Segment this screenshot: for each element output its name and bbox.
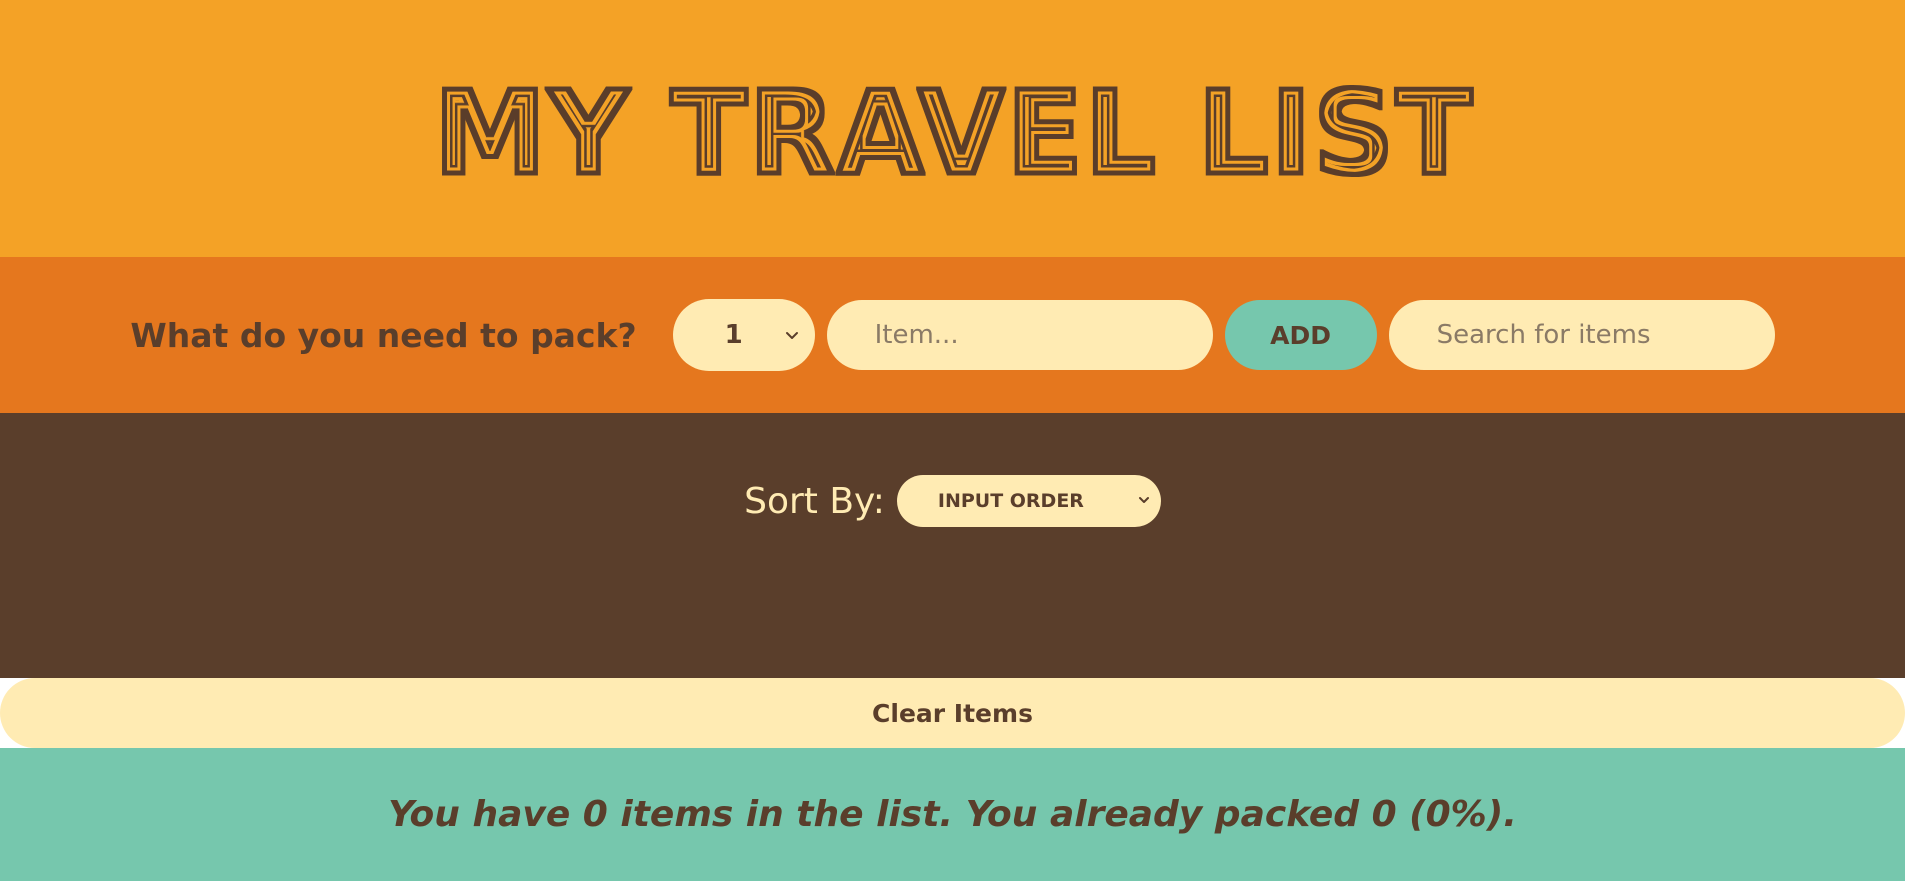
stats-text: You have 0 items in the list. You alread… [388,794,1517,835]
add-item-form: What do you need to pack? 1 Item... ADD … [0,257,1905,413]
add-button[interactable]: ADD [1224,300,1377,370]
quantity-value: 1 [724,320,743,350]
sort-select[interactable]: INPUT ORDER [896,475,1161,527]
header: MY TRAVEL LIST [0,0,1905,257]
item-input[interactable]: Item... [826,300,1213,370]
form-prompt: What do you need to pack? [130,315,637,355]
quantity-select[interactable]: 1 [672,299,815,371]
packing-list: Sort By: INPUT ORDER [0,413,1905,678]
stats-footer: You have 0 items in the list. You alread… [0,748,1905,881]
search-input-placeholder: Search for items [1436,320,1651,350]
clear-items-button[interactable]: Clear Items [0,678,1905,748]
chevron-down-icon [1138,497,1149,503]
sort-label: Sort By: [744,480,885,522]
sort-controls: Sort By: INPUT ORDER [744,475,1161,527]
app-title: MY TRAVEL LIST [433,69,1473,189]
chevron-down-icon [785,332,798,339]
sort-select-value: INPUT ORDER [937,490,1084,512]
svg-text:MY TRAVEL LIST: MY TRAVEL LIST [433,69,1473,189]
app: MY TRAVEL LIST What do you need to pack?… [0,0,1905,881]
search-input[interactable]: Search for items [1388,300,1775,370]
item-input-placeholder: Item... [874,320,959,350]
